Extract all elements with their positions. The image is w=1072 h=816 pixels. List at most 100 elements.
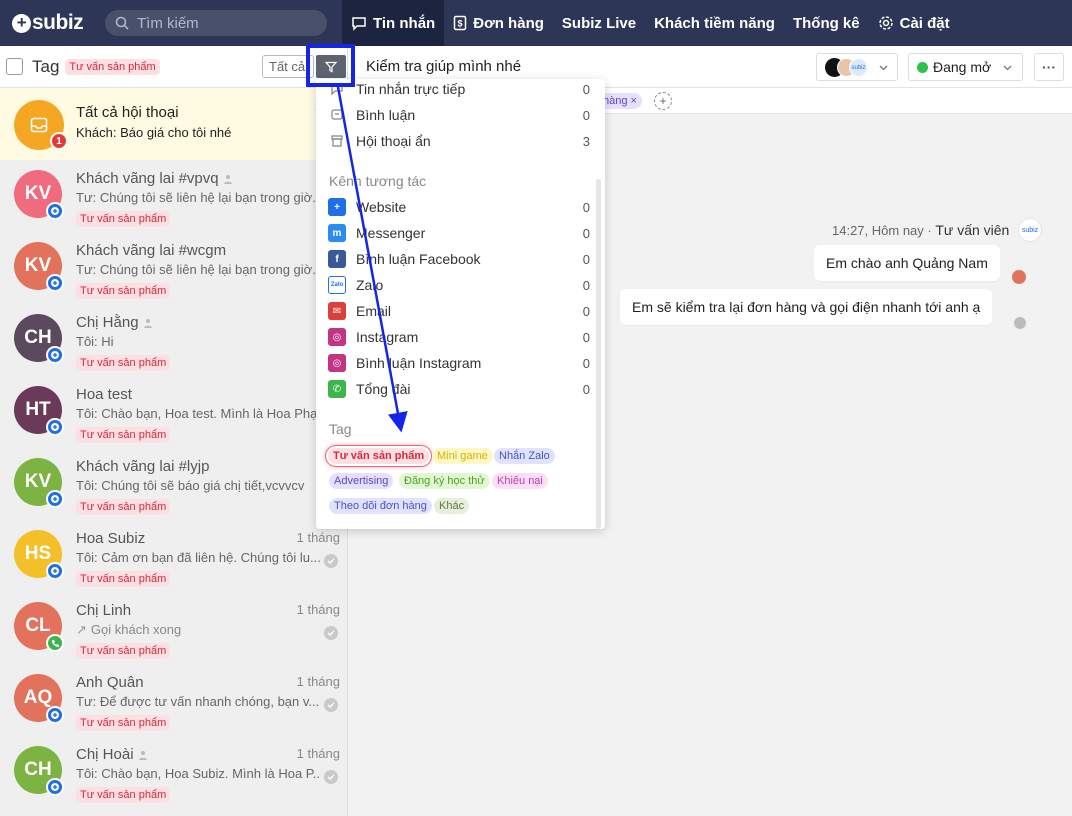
contact-name: Hoa test [76, 386, 132, 403]
channel-option[interactable]: ✉ Email 0 [328, 301, 590, 321]
tag-option[interactable]: Khác [434, 498, 470, 514]
filter-option[interactable]: Bình luận 0 [328, 105, 590, 125]
inbox-icon [30, 117, 48, 133]
nav-leads[interactable]: Khách tiềm năng [645, 0, 784, 46]
tag-option[interactable]: Tư vấn sản phẩm [328, 448, 430, 464]
nav-orders[interactable]: $ Đơn hàng [444, 0, 553, 46]
tag-option[interactable]: Đăng ký học thử [399, 473, 490, 489]
channels-section-title: Kênh tương tác [329, 173, 427, 189]
channel-option[interactable]: + Website 0 [328, 197, 590, 217]
last-message: ↗ Gọi khách xong [76, 622, 182, 637]
contact-name: Tất cả hội thoại [76, 104, 179, 121]
nav-settings[interactable]: Cài đặt [869, 0, 959, 46]
option-count: 0 [582, 355, 590, 371]
last-message: Tôi: Hi [76, 334, 114, 349]
read-check-icon [324, 770, 338, 784]
conversation-tag: Tư vấn sản phẩm [76, 715, 171, 731]
last-message: Tôi: Cảm ơn bạn đã liên hệ. Chúng tôi lu… [76, 550, 321, 565]
archive-icon [331, 135, 343, 147]
message-time: 1 tháng [296, 674, 340, 689]
active-tag-filter[interactable]: Tư vấn sản phẩm [65, 58, 160, 75]
conversation-item[interactable]: 1 Tất cả hội thoại Khách: Báo giá cho tôi … [0, 88, 348, 160]
tag-option[interactable]: Mini game [432, 448, 493, 464]
top-navigation-bar: + subiz Tìm kiếm Tin nhắn $ Đơn hàng Subi… [0, 0, 1072, 46]
conversation-tag: Tư vấn sản phẩm [76, 643, 171, 659]
channel-option[interactable]: ◎ Bình luận Instagram 0 [328, 353, 590, 373]
filter-option[interactable]: Hội thoại ẩn 3 [328, 131, 590, 151]
comment-icon [331, 109, 343, 120]
phone-icon: ✆ [328, 380, 346, 398]
conversation-item[interactable]: KV Khách vãng lai #vpvq Tư: Chúng tôi sẽ l… [0, 160, 348, 232]
sidebar-header: Tag Tư vấn sản phẩm Tất cả [0, 46, 347, 88]
website-icon: + [328, 198, 346, 216]
tag-option[interactable]: Theo dõi đơn hàng [329, 498, 432, 514]
channel-option[interactable]: ✆ Tổng đài 0 [328, 379, 590, 399]
contact-name: Anh Quân [76, 674, 144, 691]
select-all-checkbox[interactable] [6, 58, 23, 75]
option-count: 0 [582, 381, 590, 397]
tag-option[interactable]: Advertising [329, 473, 394, 489]
zalo-icon: Zalo [328, 276, 346, 294]
option-count: 0 [582, 81, 590, 97]
nav-reports[interactable]: Thống kê [784, 0, 869, 46]
add-tag-button[interactable]: + [654, 92, 672, 110]
last-message: Tôi: Chào bạn, Hoa Subiz. Mình là Hoa P.… [76, 766, 321, 781]
conversation-item[interactable]: AQ Anh Quân Tư: Để được tư vấn nhanh chóng… [0, 664, 348, 736]
message-bubble: Em sẽ kiểm tra lại đơn hàng và gọi điện … [620, 289, 993, 325]
status-dropdown[interactable]: Đang mở [908, 53, 1023, 81]
tags-section-title: Tag [329, 421, 352, 437]
search-placeholder: Tìm kiếm [137, 14, 199, 32]
last-message: Tôi: Chào bạn, Hoa test. Mình là Hoa Phạ… [76, 406, 321, 421]
status-label: Đang mở [933, 59, 992, 75]
agent-brand-avatar: subiz [1018, 218, 1042, 242]
filter-option[interactable]: Tin nhắn trực tiếp 0 [328, 79, 590, 99]
tag-option[interactable]: Khiếu nại [492, 473, 548, 489]
conversation-item[interactable]: HS Hoa Subiz Tôi: Cảm ơn bạn đã liên hệ. C… [0, 520, 348, 592]
menu-scrollbar[interactable] [596, 179, 601, 529]
message-time: 1 tháng [296, 746, 340, 761]
nav-subiz-live[interactable]: Subiz Live [553, 0, 645, 46]
gear-icon [878, 16, 893, 30]
channel-option[interactable]: Zalo Zalo 0 [328, 275, 590, 295]
phone-channel-icon [46, 634, 64, 652]
conversation-tag: Tư vấn sản phẩm [76, 571, 171, 587]
person-icon [143, 319, 152, 329]
channel-option[interactable]: m Messenger 0 [328, 223, 590, 243]
read-check-icon [324, 698, 338, 712]
conversation-item[interactable]: HT Hoa test Tôi: Chào bạn, Hoa test. Mình … [0, 376, 348, 448]
instagram-icon: ◎ [328, 328, 346, 346]
read-check-icon [324, 554, 338, 568]
conversation-item[interactable]: KV Khách vãng lai #wcgm Tư: Chúng tôi sẽ l… [0, 232, 348, 304]
person-icon [223, 175, 232, 185]
agent-assign-dropdown[interactable]: subiz [816, 53, 898, 81]
contact-name: Khách vãng lai #wcgm [76, 242, 227, 259]
last-message: Khách: Báo giá cho tôi nhé [76, 125, 232, 140]
messenger-icon: m [328, 224, 346, 242]
search-box[interactable]: Tìm kiếm [105, 10, 327, 36]
unread-badge: 1 [50, 132, 68, 150]
read-check-icon [324, 626, 338, 640]
order-icon: $ [453, 15, 467, 31]
more-options-button[interactable]: ··· [1034, 53, 1064, 81]
svg-text:$: $ [458, 19, 463, 29]
subiz-logo[interactable]: + subiz [0, 0, 92, 46]
conversation-tag: Tư vấn sản phẩm [76, 355, 171, 371]
conversation-tag: Tư vấn sản phẩm [76, 787, 171, 803]
nav-messages[interactable]: Tin nhắn [342, 0, 445, 46]
option-count: 0 [582, 329, 590, 345]
contact-name: Chị Hoài [76, 746, 148, 763]
facebook-icon: f [328, 250, 346, 268]
conversation-item[interactable]: KV Khách vãng lai #lyjp Tôi: Chúng tôi sẽ … [0, 448, 348, 520]
email-icon: ✉ [328, 302, 346, 320]
conversation-item[interactable]: CL Chị Linh ↗ Gọi khách xong 1 tháng Tư vấn s… [0, 592, 348, 664]
option-count: 0 [582, 251, 590, 267]
conversation-item[interactable]: CH Chị Hoài Tôi: Chào bạn, Hoa Subiz. Mình… [0, 736, 348, 808]
conversation-tag: Tư vấn sản phẩm [76, 427, 171, 443]
channel-option[interactable]: ◎ Instagram 0 [328, 327, 590, 347]
conversation-item[interactable]: CHChị HằngTôi: Hi1 thTư vấn sản phẩm [0, 304, 348, 376]
last-message: Tư: Để được tư vấn nhanh chóng, bạn v... [76, 694, 320, 709]
tag-option[interactable]: Nhắn Zalo [494, 448, 555, 464]
delivered-check-icon [1014, 317, 1026, 329]
remove-tag-icon[interactable]: × [631, 95, 637, 107]
channel-option[interactable]: f Bình luận Facebook 0 [328, 249, 590, 269]
